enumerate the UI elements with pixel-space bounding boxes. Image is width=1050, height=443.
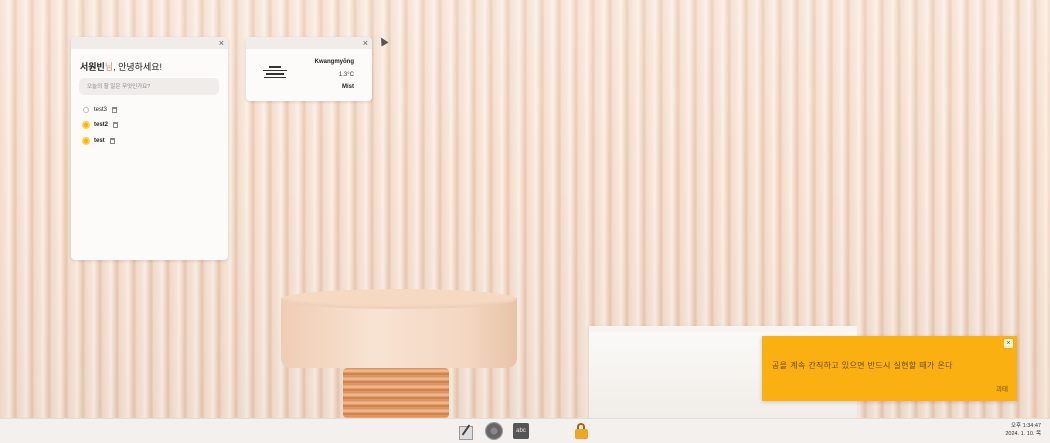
todo-checkbox-checked[interactable] xyxy=(83,138,89,144)
weather-widget-titlebar[interactable]: × xyxy=(246,37,372,49)
todo-item[interactable]: test xyxy=(83,136,115,146)
greeting: 서원빈님, 안녕하세요! xyxy=(80,60,162,73)
wallpaper-spring xyxy=(343,368,449,418)
mist-icon xyxy=(263,66,287,80)
taskbar: abc 오후 1:34:47 2024. 1. 10. 목 xyxy=(0,418,1050,443)
trash-icon[interactable] xyxy=(109,138,115,144)
quote-text: 공을 계속 간직하고 있으면 반드시 실현할 때가 온다 xyxy=(772,361,953,370)
todo-checkbox-checked[interactable] xyxy=(83,122,89,128)
close-icon[interactable]: × xyxy=(219,38,224,48)
greeting-text: , 안녕하세요! xyxy=(113,62,163,72)
todo-item-label: test2 xyxy=(94,122,109,128)
system-clock[interactable]: 오후 1:34:47 2024. 1. 10. 목 xyxy=(1005,422,1041,438)
clock-time: 오후 1:34:47 xyxy=(1011,423,1041,429)
todo-input[interactable] xyxy=(79,78,219,95)
todo-item[interactable]: test3 xyxy=(83,105,118,115)
weather-city: Kwangmyŏng xyxy=(314,59,354,65)
greeting-name: 서원빈 xyxy=(80,62,105,72)
trash-icon[interactable] xyxy=(112,107,118,113)
clock-date: 2024. 1. 10. 목 xyxy=(1005,431,1041,437)
gear-icon[interactable] xyxy=(486,423,502,439)
weather-widget: × Kwangmyŏng 1.3°C Mist xyxy=(246,37,372,101)
todo-widget: × 서원빈님, 안녕하세요! test3 test2 test xyxy=(71,37,228,260)
pen-paper-icon[interactable] xyxy=(458,423,474,440)
todo-item[interactable]: test2 xyxy=(83,120,119,130)
lock-icon[interactable] xyxy=(574,423,590,439)
close-icon[interactable]: × xyxy=(1004,339,1013,348)
greeting-honorific: 님 xyxy=(104,62,114,72)
weather-temperature: 1.3°C xyxy=(338,72,354,78)
abc-icon[interactable]: abc xyxy=(513,423,529,439)
trash-icon[interactable] xyxy=(113,122,119,128)
todo-item-label: test xyxy=(94,138,105,144)
quote-author: 괴테 xyxy=(996,385,1008,393)
weather-condition: Mist xyxy=(342,84,354,90)
todo-checkbox[interactable] xyxy=(83,107,89,113)
todo-widget-titlebar[interactable]: × xyxy=(71,37,228,49)
wallpaper-block-top xyxy=(589,326,857,332)
close-icon[interactable]: × xyxy=(363,38,368,48)
wallpaper-pedestal-top xyxy=(281,289,517,309)
todo-item-label: test3 xyxy=(94,107,108,113)
quote-notification: × 공을 계속 간직하고 있으면 반드시 실현할 때가 온다 괴테 xyxy=(762,336,1017,401)
